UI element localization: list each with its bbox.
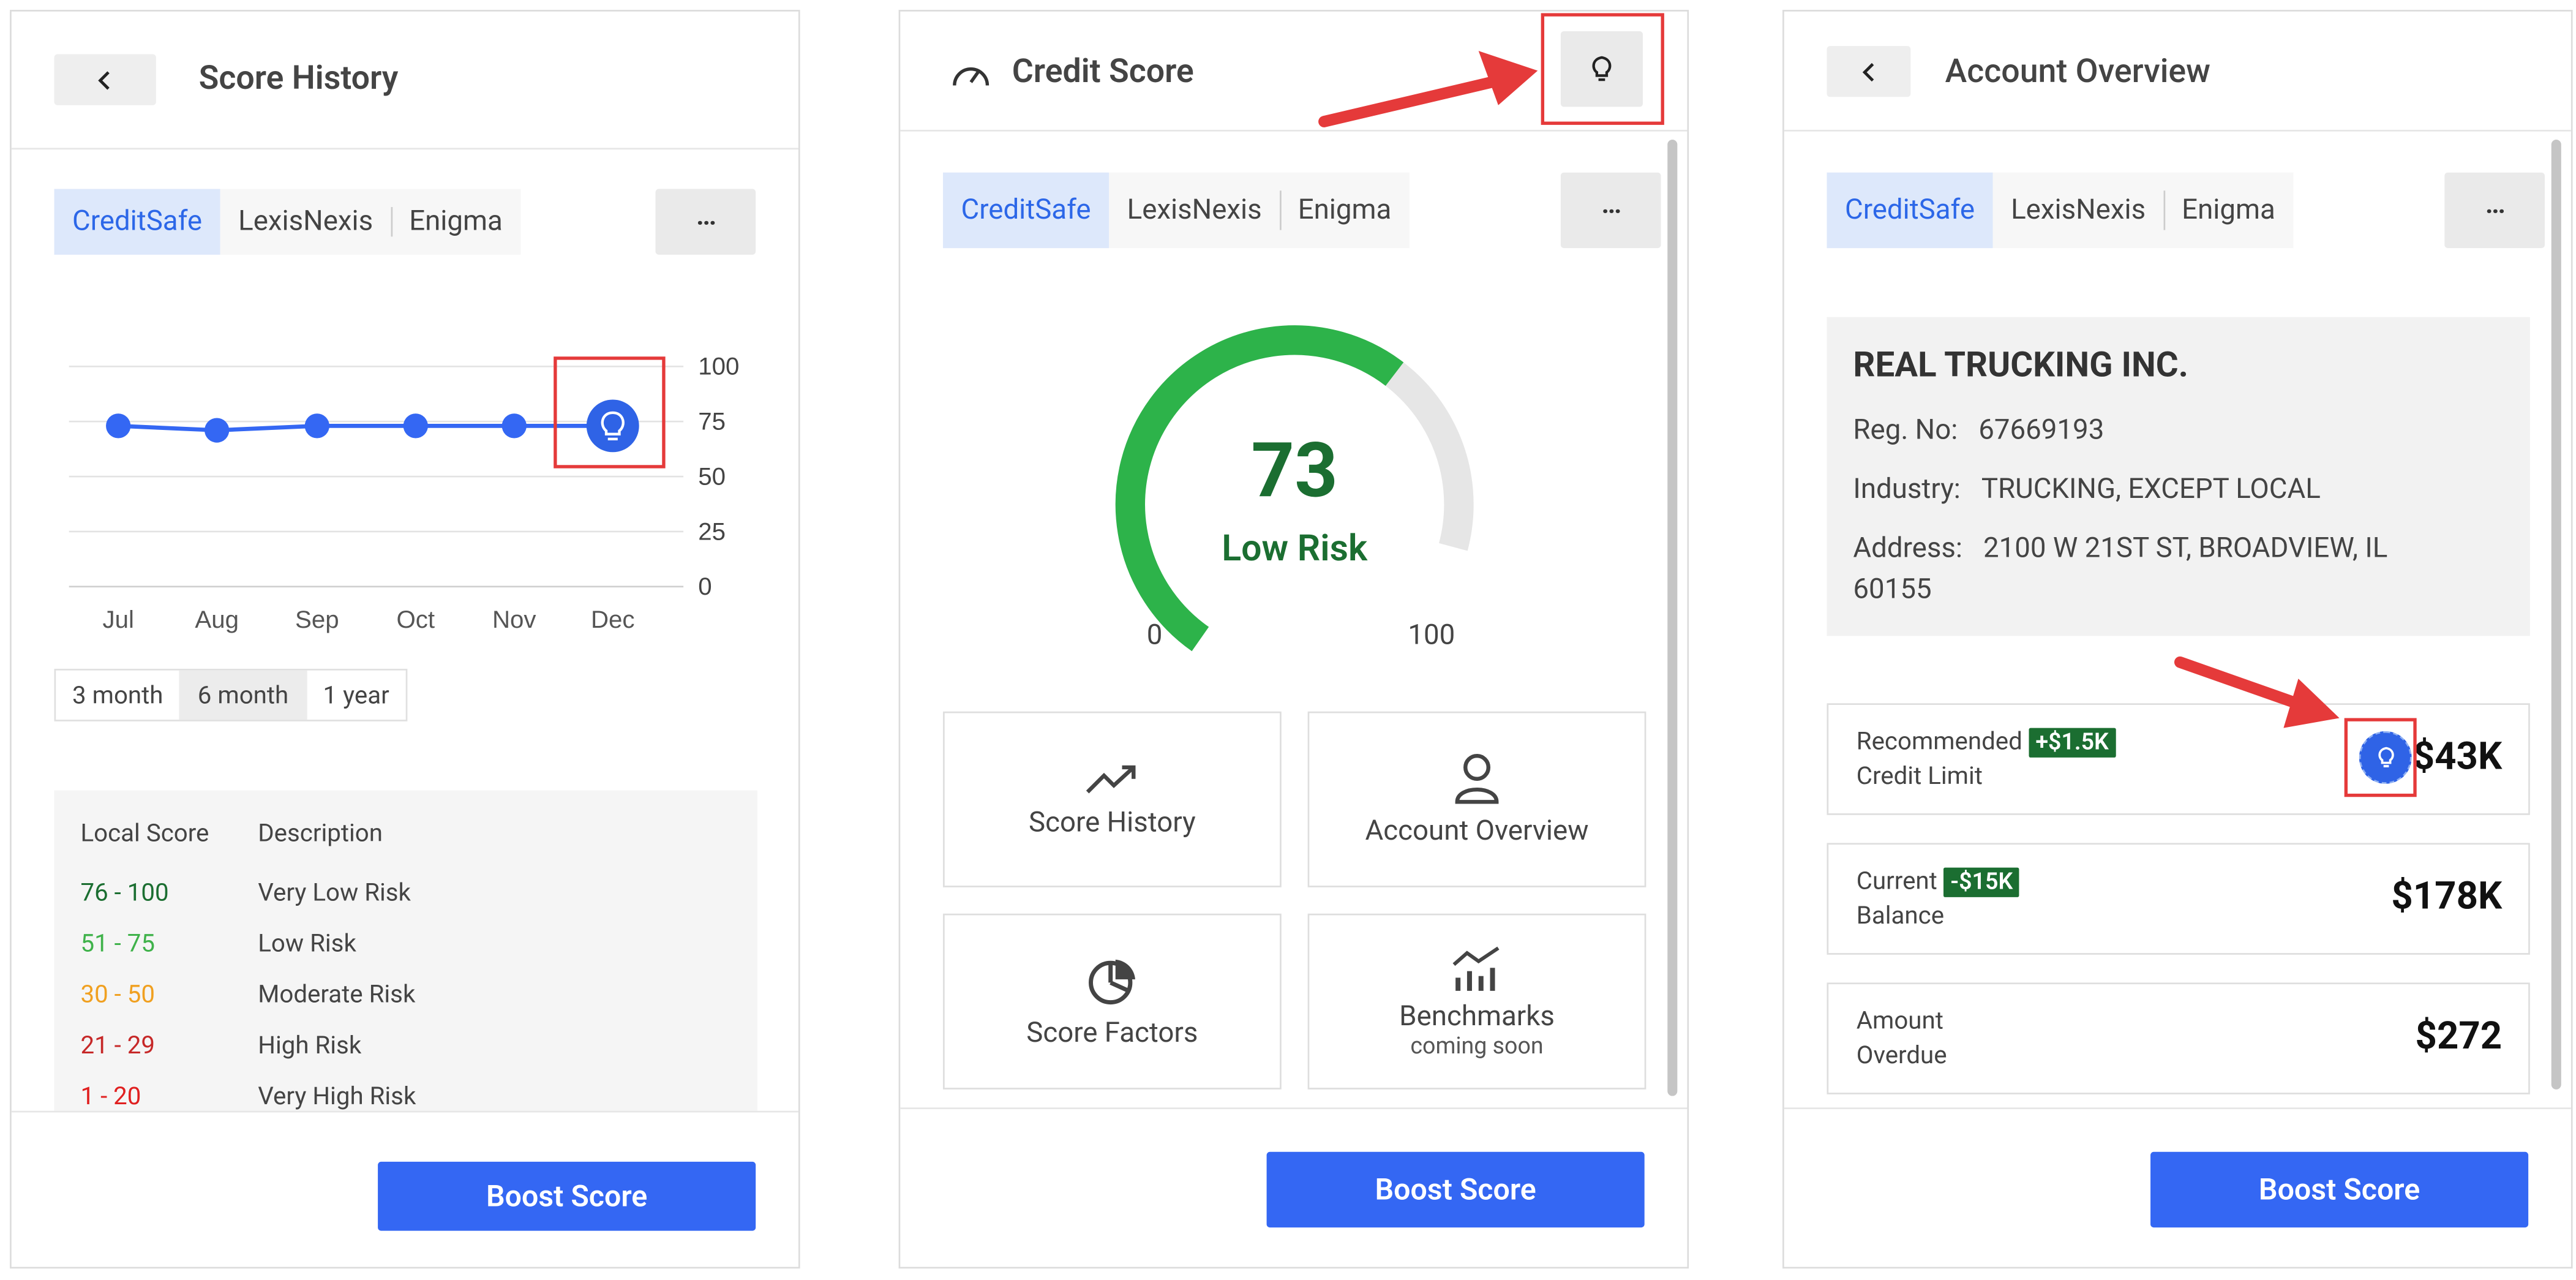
- annotation-arrow: [1318, 51, 1538, 127]
- annotation-arrows: [1318, 51, 2340, 728]
- annotation-arrow: [2174, 656, 2340, 728]
